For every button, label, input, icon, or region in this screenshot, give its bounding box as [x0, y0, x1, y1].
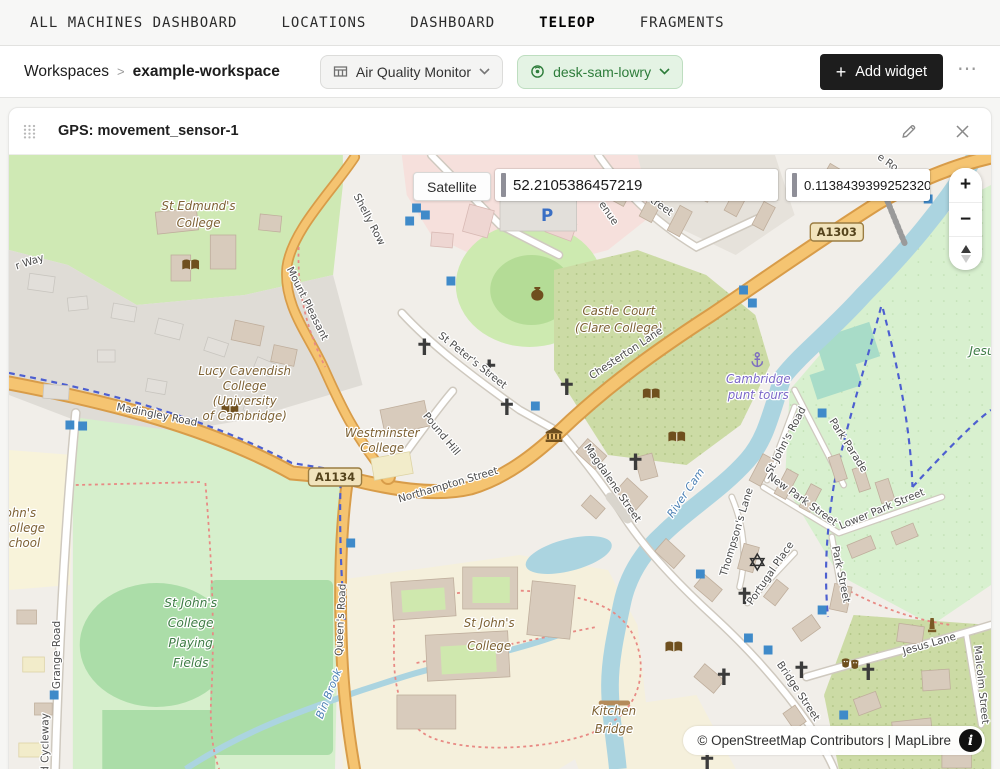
machine-selector[interactable]: Air Quality Monitor	[320, 55, 503, 89]
machine-icon	[333, 64, 348, 79]
gps-widget: GPS: movement_sensor-1	[8, 107, 992, 769]
longitude-drag-bar[interactable]	[792, 173, 797, 197]
gps-point-marker	[405, 217, 414, 226]
gps-point-marker	[696, 570, 705, 579]
live-part-label: desk-sam-lowry	[553, 64, 651, 80]
latitude-value: 52.2105386457219	[513, 177, 642, 194]
gps-point-marker	[818, 409, 827, 418]
svg-text:Grange Road: Grange Road	[51, 621, 63, 689]
longitude-input[interactable]: 0.11384393992523201	[786, 169, 930, 201]
plus-icon: +	[836, 63, 847, 81]
chevron-down-icon	[479, 68, 490, 75]
parking-icon: P	[541, 205, 553, 225]
svg-text:Cambridgepunt tours: Cambridgepunt tours	[726, 372, 791, 402]
nav-tab[interactable]: LOCATIONS	[281, 15, 366, 31]
svg-text:A1303: A1303	[817, 225, 857, 239]
info-icon[interactable]: i	[959, 729, 982, 752]
map-attribution: © OpenStreetMap Contributors | MapLibre …	[683, 726, 985, 755]
compass-north-icon	[961, 245, 971, 253]
gps-point-marker	[65, 421, 74, 430]
live-part-selector[interactable]: desk-sam-lowry	[517, 55, 683, 89]
nav-tab[interactable]: FRAGMENTS	[640, 15, 725, 31]
longitude-value: 0.11384393992523201	[804, 178, 930, 193]
breadcrumb-current: example-workspace	[133, 63, 280, 81]
map-zoom-controls: + −	[949, 168, 982, 270]
live-signal-icon	[530, 64, 545, 79]
satellite-toggle-button[interactable]: Satellite	[413, 172, 491, 201]
chevron-down-icon	[659, 68, 670, 75]
compass-south-icon	[961, 255, 971, 263]
svg-text:P: P	[541, 205, 553, 225]
svg-text:Jesus: Jesus	[966, 344, 991, 358]
gps-point-marker	[421, 211, 430, 220]
add-widget-label: Add widget	[855, 64, 927, 80]
breadcrumb-root[interactable]: Workspaces	[24, 63, 109, 81]
book-icon	[665, 642, 682, 652]
map-label: Grange Road	[51, 621, 63, 689]
gps-point-marker	[50, 691, 59, 700]
map-container[interactable]: P A1303A1134 St Edmund'sColleger WayShel…	[9, 155, 991, 769]
road-ref-badge: A1303	[810, 223, 863, 241]
map-label: Jesus	[966, 344, 991, 358]
add-widget-button[interactable]: + Add widget	[820, 54, 943, 90]
zoom-out-button[interactable]: −	[949, 202, 982, 236]
gps-point-marker	[748, 299, 757, 308]
map-canvas[interactable]: P A1303A1134 St Edmund'sColleger WayShel…	[9, 155, 991, 769]
attribution-text: © OpenStreetMap Contributors | MapLibre	[697, 733, 951, 748]
close-icon	[954, 123, 971, 140]
more-menu-button[interactable]: ⋯	[957, 59, 984, 85]
page: ALL MACHINES DASHBOARD LOCATIONS DASHBOARD…	[0, 0, 1000, 769]
svg-text:A1134: A1134	[315, 470, 355, 484]
map-label: Cambridgepunt tours	[726, 372, 791, 402]
compass-button[interactable]	[949, 236, 982, 270]
latitude-drag-bar[interactable]	[501, 173, 506, 197]
gps-point-marker	[839, 711, 848, 720]
top-nav: ALL MACHINES DASHBOARD LOCATIONS DASHBOARD…	[0, 0, 1000, 46]
gps-point-marker	[744, 634, 753, 643]
book-icon	[668, 432, 685, 442]
map-label: d Cycleway	[39, 713, 51, 769]
drag-handle-icon[interactable]	[23, 124, 36, 139]
gps-point-marker	[764, 646, 773, 655]
widget-title: GPS: movement_sensor-1	[58, 123, 239, 139]
breadcrumb: Workspaces > example-workspace	[24, 63, 280, 81]
machine-selector-label: Air Quality Monitor	[356, 64, 471, 80]
close-widget-button[interactable]	[950, 119, 975, 144]
gps-point-marker	[446, 277, 455, 286]
svg-text:d Cycleway: d Cycleway	[39, 713, 51, 769]
gps-point-marker	[78, 422, 87, 431]
nav-tab[interactable]: TELEOP	[539, 15, 596, 31]
book-icon	[643, 389, 660, 399]
zoom-in-button[interactable]: +	[949, 168, 982, 202]
gps-point-marker	[412, 204, 421, 213]
road-ref-badge: A1134	[309, 468, 362, 486]
nav-tab[interactable]: ALL MACHINES DASHBOARD	[30, 15, 237, 31]
nav-tab[interactable]: DASHBOARD	[410, 15, 495, 31]
pencil-icon	[900, 122, 918, 140]
breadcrumb-separator: >	[117, 64, 125, 79]
book-icon	[182, 260, 199, 270]
latitude-input[interactable]: 52.2105386457219	[495, 169, 778, 201]
widget-header: GPS: movement_sensor-1	[9, 108, 991, 155]
edit-widget-button[interactable]	[896, 118, 922, 144]
gps-point-marker	[739, 286, 748, 295]
gps-point-marker	[818, 606, 827, 615]
gps-point-marker	[346, 539, 355, 548]
toolbar: Workspaces > example-workspace Air Quali…	[0, 46, 1000, 98]
gps-point-marker	[531, 402, 540, 411]
